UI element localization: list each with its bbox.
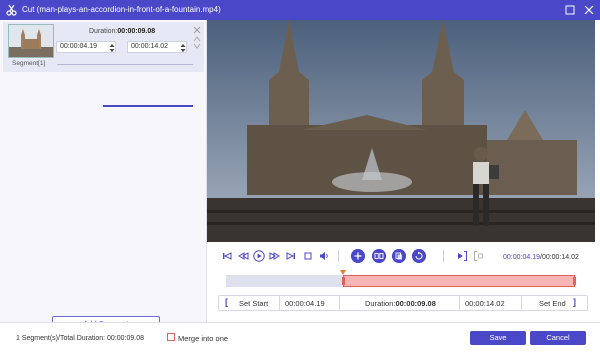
- next-frame-icon[interactable]: [269, 250, 281, 262]
- cut-duration: Duration:00:00:09.08: [365, 299, 436, 308]
- start-time-field[interactable]: 00:00:04.19: [285, 299, 325, 308]
- skip-to-end-icon[interactable]: [285, 250, 297, 262]
- playhead-icon[interactable]: [340, 270, 346, 275]
- playback-time: 00:00:04.19/00:00:14.02: [503, 254, 579, 261]
- thumbnail-image: [9, 25, 53, 57]
- merge-label[interactable]: Merge into one: [178, 334, 228, 343]
- maximize-icon[interactable]: [564, 4, 576, 16]
- reset-icon[interactable]: [412, 249, 426, 263]
- segment-card[interactable]: Duration:00:00:09.08 00:00:04.19 00:00:1…: [3, 22, 204, 107]
- set-start-button[interactable]: Set Start: [239, 299, 268, 308]
- selection-end-handle[interactable]: [573, 277, 576, 285]
- add-clip-icon[interactable]: [351, 249, 365, 263]
- segment-duration: Duration:00:00:09.08: [89, 28, 156, 35]
- controls-divider: [338, 250, 339, 262]
- segment-range-fill: [103, 105, 193, 107]
- divider: [339, 296, 340, 310]
- current-time: 00:00:04.19: [503, 254, 540, 261]
- timeline-selection[interactable]: [342, 275, 576, 287]
- timeline-track[interactable]: [226, 270, 576, 287]
- merge-checkbox[interactable]: [167, 333, 175, 341]
- divider: [459, 296, 460, 310]
- title-bar: Cut (man-plays-an-accordion-in-front-of-…: [0, 0, 600, 20]
- set-end-button[interactable]: Set End: [539, 299, 566, 308]
- play-icon[interactable]: [253, 250, 265, 262]
- segment-start-time-field[interactable]: 00:00:04.19: [56, 41, 116, 53]
- start-time-spinner-icon[interactable]: [108, 42, 116, 54]
- segment-end-time-field[interactable]: 00:00:14.02: [127, 41, 187, 53]
- segment-list-panel: Duration:00:00:09.08 00:00:04.19 00:00:1…: [0, 20, 207, 332]
- stop-icon[interactable]: [302, 250, 314, 262]
- copy-icon[interactable]: [392, 249, 406, 263]
- cancel-button[interactable]: Cancel: [530, 331, 586, 345]
- segments-summary: 1 Segment(s)/Total Duration: 00:00:09.08: [16, 335, 145, 342]
- controls-divider-2: [443, 250, 444, 262]
- video-frame: [207, 20, 595, 242]
- window-title: Cut (man-plays-an-accordion-in-front-of-…: [22, 5, 221, 14]
- segment-label: Segment[1]: [12, 60, 46, 67]
- divider: [279, 296, 280, 310]
- previous-frame-icon[interactable]: [237, 250, 249, 262]
- split-icon[interactable]: [372, 249, 386, 263]
- scissors-icon: [6, 4, 17, 16]
- close-icon[interactable]: [583, 4, 595, 16]
- footer-bar: 1 Segment(s)/Total Duration: 00:00:09.08…: [0, 322, 600, 357]
- start-bracket-icon: [: [225, 297, 228, 307]
- playback-controls: 00:00:04.19/00:00:14.02: [207, 244, 595, 270]
- end-time-spinner-icon[interactable]: [179, 42, 187, 54]
- end-time-field[interactable]: 00:00:14.02: [465, 299, 505, 308]
- end-bracket-icon: ]: [573, 297, 576, 307]
- cut-range-bar: [ Set Start 00:00:04.19 Duration:00:00:0…: [218, 295, 588, 311]
- divider: [521, 296, 522, 310]
- volume-icon[interactable]: [318, 250, 330, 262]
- go-to-start-marker-icon[interactable]: [456, 250, 468, 262]
- go-to-end-marker-icon[interactable]: [473, 250, 485, 262]
- video-preview: [207, 20, 595, 242]
- remove-segment-icon[interactable]: [193, 26, 201, 34]
- save-button[interactable]: Save: [470, 331, 526, 345]
- skip-to-start-icon[interactable]: [221, 250, 233, 262]
- selection-start-handle[interactable]: [342, 277, 345, 285]
- segment-thumbnail: [8, 24, 54, 58]
- total-time: 00:00:14.02: [541, 254, 579, 261]
- move-segment-down-icon[interactable]: [193, 42, 201, 50]
- segment-range-track: [57, 64, 193, 107]
